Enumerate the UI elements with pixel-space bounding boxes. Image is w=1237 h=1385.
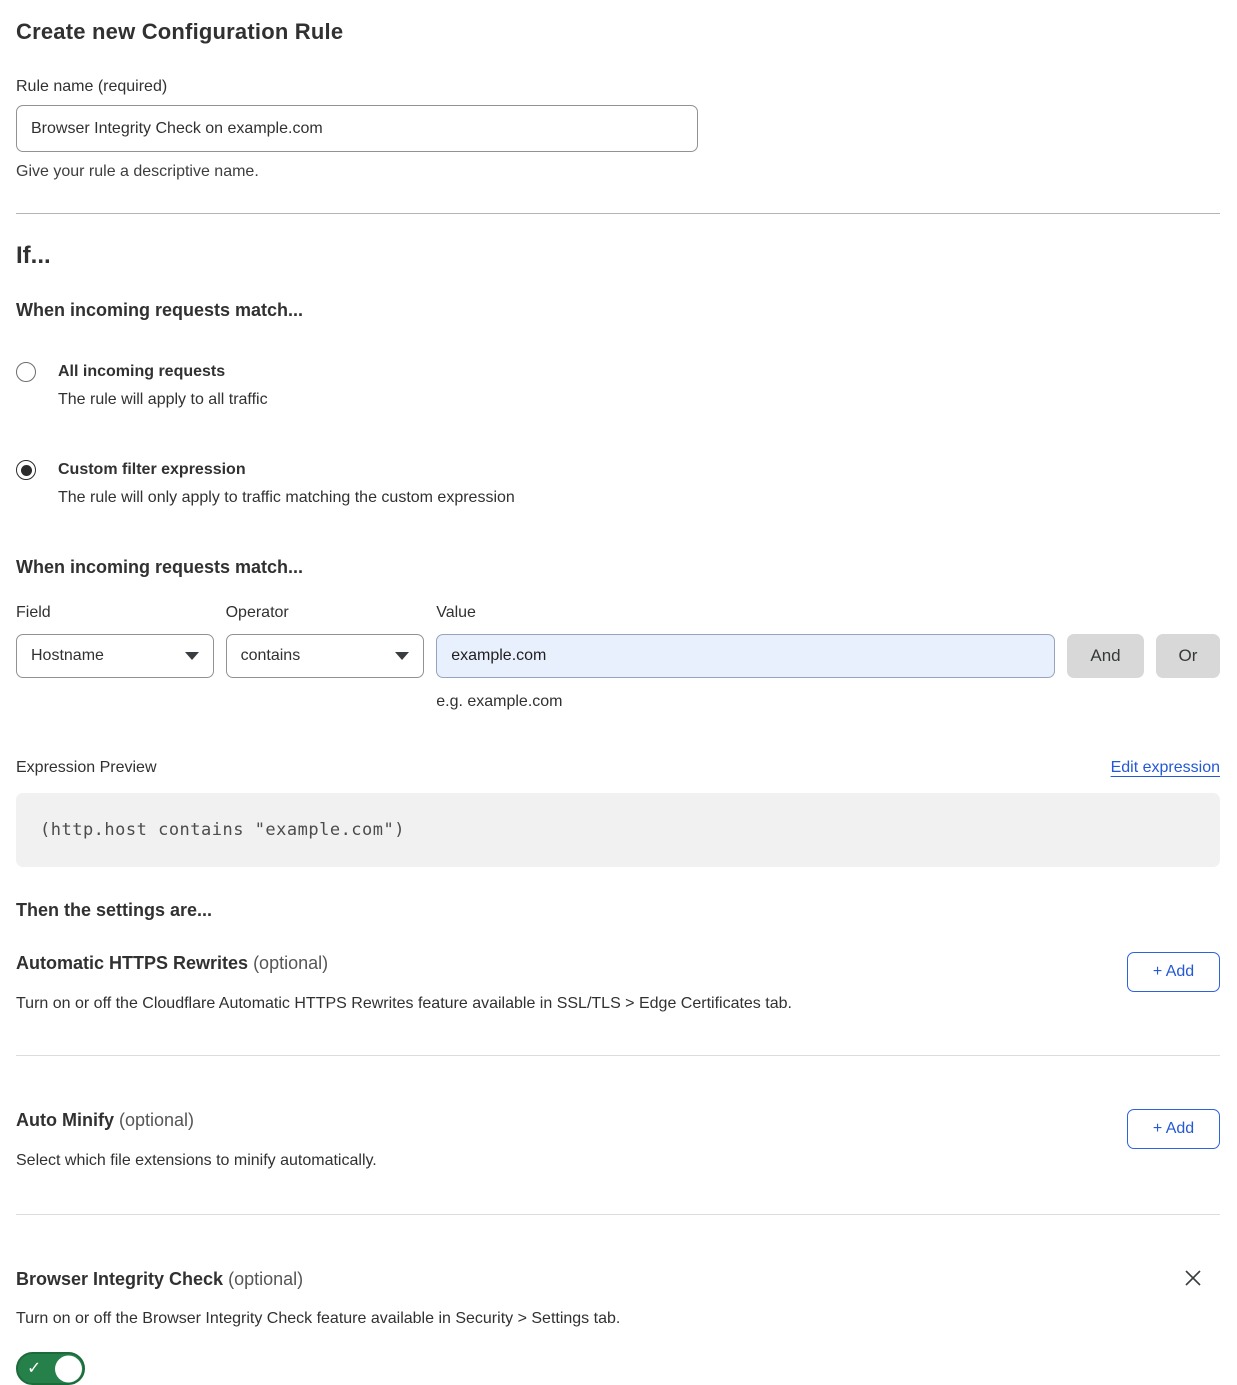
page-title: Create new Configuration Rule [16,18,1220,45]
setting-automatic-https-rewrites: Automatic HTTPS Rewrites (optional) Turn… [16,951,1220,1016]
filter-heading: When incoming requests match... [16,555,1220,579]
add-automatic-https-rewrites-button[interactable]: + Add [1127,952,1220,992]
value-helper: e.g. example.com [436,690,1055,714]
value-input[interactable] [436,634,1055,678]
setting-browser-integrity-check: Browser Integrity Check (optional) Turn … [16,1267,1220,1385]
optional-tag: (optional) [119,1110,194,1130]
expression-preview-label: Expression Preview [16,756,157,780]
radio-selected-icon[interactable] [16,460,36,480]
radio-option-description: The rule will apply to all traffic [58,388,268,412]
operator-label: Operator [226,601,425,625]
add-auto-minify-button[interactable]: + Add [1127,1109,1220,1149]
remove-setting-button[interactable] [1180,1265,1206,1291]
edit-expression-link[interactable]: Edit expression [1111,756,1220,780]
rule-name-helper: Give your rule a descriptive name. [16,160,1220,184]
rule-name-input[interactable] [16,105,698,152]
optional-tag: (optional) [228,1269,303,1289]
radio-option-custom-filter[interactable]: Custom filter expression The rule will o… [16,458,1220,510]
if-heading: If... [16,241,1220,271]
toggle-knob [55,1355,82,1382]
section-divider [16,213,1220,214]
radio-option-all-incoming[interactable]: All incoming requests The rule will appl… [16,360,1220,412]
and-button[interactable]: And [1067,634,1144,678]
setting-auto-minify: Auto Minify (optional) Select which file… [16,1108,1220,1173]
filter-builder-row: Field Hostname Operator contains Value e… [16,601,1220,714]
value-label: Value [436,601,1055,625]
field-select-value: Hostname [31,647,104,665]
create-configuration-rule-form: Create new Configuration Rule Rule name … [0,0,1237,1385]
operator-select-value: contains [241,647,301,665]
check-icon: ✓ [27,1358,41,1378]
radio-option-label: Custom filter expression [58,458,515,482]
close-icon [1182,1267,1204,1289]
setting-divider [16,1055,1220,1056]
setting-title: Browser Integrity Check (optional) [16,1267,303,1291]
expression-preview-code: (http.host contains "example.com") [16,793,1220,867]
radio-option-description: The rule will only apply to traffic matc… [58,486,515,510]
setting-divider [16,1214,1220,1215]
setting-description: Select which file extensions to minify a… [16,1149,377,1173]
or-button[interactable]: Or [1156,634,1220,678]
rule-name-label: Rule name (required) [16,75,1220,99]
field-label: Field [16,601,214,625]
setting-description: Turn on or off the Browser Integrity Che… [16,1307,1220,1331]
optional-tag: (optional) [253,953,328,973]
radio-unselected-icon[interactable] [16,362,36,382]
field-select[interactable]: Hostname [16,634,214,678]
match-heading: When incoming requests match... [16,298,1220,322]
browser-integrity-check-toggle[interactable]: ✓ [16,1352,85,1385]
chevron-down-icon [185,652,199,660]
chevron-down-icon [395,652,409,660]
setting-description: Turn on or off the Cloudflare Automatic … [16,992,792,1016]
expression-preview-header: Expression Preview Edit expression [16,756,1220,780]
operator-select[interactable]: contains [226,634,425,678]
setting-title: Automatic HTTPS Rewrites (optional) [16,951,792,975]
radio-option-label: All incoming requests [58,360,268,384]
setting-title: Auto Minify (optional) [16,1108,377,1132]
then-settings-heading: Then the settings are... [16,898,1220,922]
